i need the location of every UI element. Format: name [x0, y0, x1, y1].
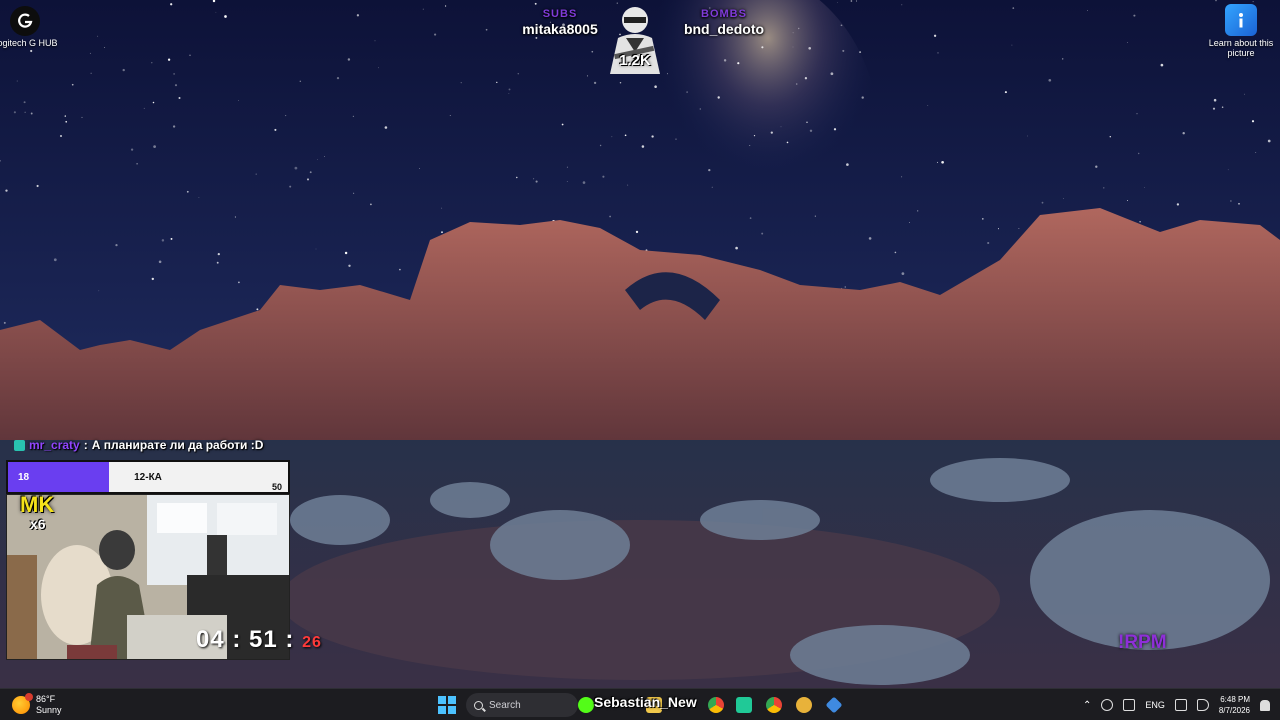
weather-temp: 86°F [36, 694, 56, 704]
chevron-up-icon[interactable]: ⌃ [1083, 700, 1091, 711]
chat-command-label: !RPM [1118, 632, 1167, 653]
info-picture-icon [1225, 4, 1257, 36]
language-indicator[interactable]: ENG [1145, 700, 1165, 710]
sub-label: SUBS [542, 8, 578, 20]
system-tray: ⌃ ENG 6:48 PM 8/7/2026 [1083, 689, 1270, 720]
chrome-icon[interactable] [766, 697, 782, 713]
chat-separator: : [83, 438, 88, 452]
chat-badge-icon [14, 439, 25, 451]
sub-name: mitaka8005 [522, 21, 598, 37]
search-placeholder: Search [489, 699, 521, 711]
weather-text: 86°F Sunny [36, 694, 62, 716]
sub-goal-bar: 18 12-КА 50 [6, 460, 290, 494]
mk-badge: MK [20, 492, 55, 517]
sun-icon [12, 693, 33, 714]
app-diamond-icon[interactable] [825, 696, 843, 714]
timer-seconds: 26 [302, 634, 322, 651]
top-sub-left: SUBS mitaka8005 [512, 8, 608, 37]
desktop-icon-learn-about-picture[interactable]: Learn about this picture [1204, 4, 1278, 58]
mascot-count: 1.2K [619, 52, 651, 69]
logitech-g-icon [10, 6, 40, 36]
notification-bell-icon[interactable] [1260, 699, 1270, 711]
windows-logo-icon [438, 696, 446, 704]
stream-timer: 04 : 51 : 26 [196, 626, 322, 654]
chat-username: mr_craty [29, 438, 80, 452]
pen-icon[interactable] [1123, 699, 1136, 711]
taskbar-clock[interactable]: 6:48 PM 8/7/2026 [1219, 694, 1250, 716]
sub-name: bnd_dedoto [683, 21, 765, 37]
kick-app-icon[interactable] [578, 697, 594, 713]
goal-label: 12-КА [134, 472, 162, 483]
stream-name-overlay: Sebastian_New [594, 694, 697, 710]
goal-max: 50 [271, 482, 282, 492]
audio-app-icon[interactable] [736, 697, 752, 713]
start-button[interactable] [438, 696, 456, 714]
weather-desc: Sunny [36, 705, 62, 715]
app-yellow-icon[interactable] [796, 697, 812, 713]
clock-time: 6:48 PM [1220, 695, 1250, 704]
sub-label: BOMBS [701, 8, 747, 20]
chat-text: А планирате ли да работи :D [91, 438, 264, 452]
network-icon[interactable] [1174, 699, 1187, 711]
chrome-icon[interactable] [708, 697, 724, 713]
desktop-icon-logitech-g-hub[interactable]: Logitech G HUB [0, 6, 62, 48]
desktop-icon-label: Logitech G HUB [0, 38, 58, 48]
volume-icon[interactable] [1196, 699, 1209, 711]
taskbar-search[interactable]: Search [466, 693, 578, 717]
onedrive-icon[interactable] [1101, 699, 1114, 711]
weather-widget[interactable]: 86°F Sunny [12, 693, 62, 716]
chat-message: mr_craty : А планирате ли да работи :D [14, 438, 263, 452]
clock-date: 8/7/2026 [1218, 706, 1250, 715]
desktop-icon-label: Learn about this picture [1208, 38, 1274, 58]
search-icon [474, 700, 483, 710]
weather-alert-icon [25, 693, 33, 701]
mk-multiplier: x6 [30, 516, 46, 532]
timer-main: 04 : 51 : [196, 626, 295, 653]
top-sub-right: BOMBS bnd_dedoto [676, 8, 772, 37]
